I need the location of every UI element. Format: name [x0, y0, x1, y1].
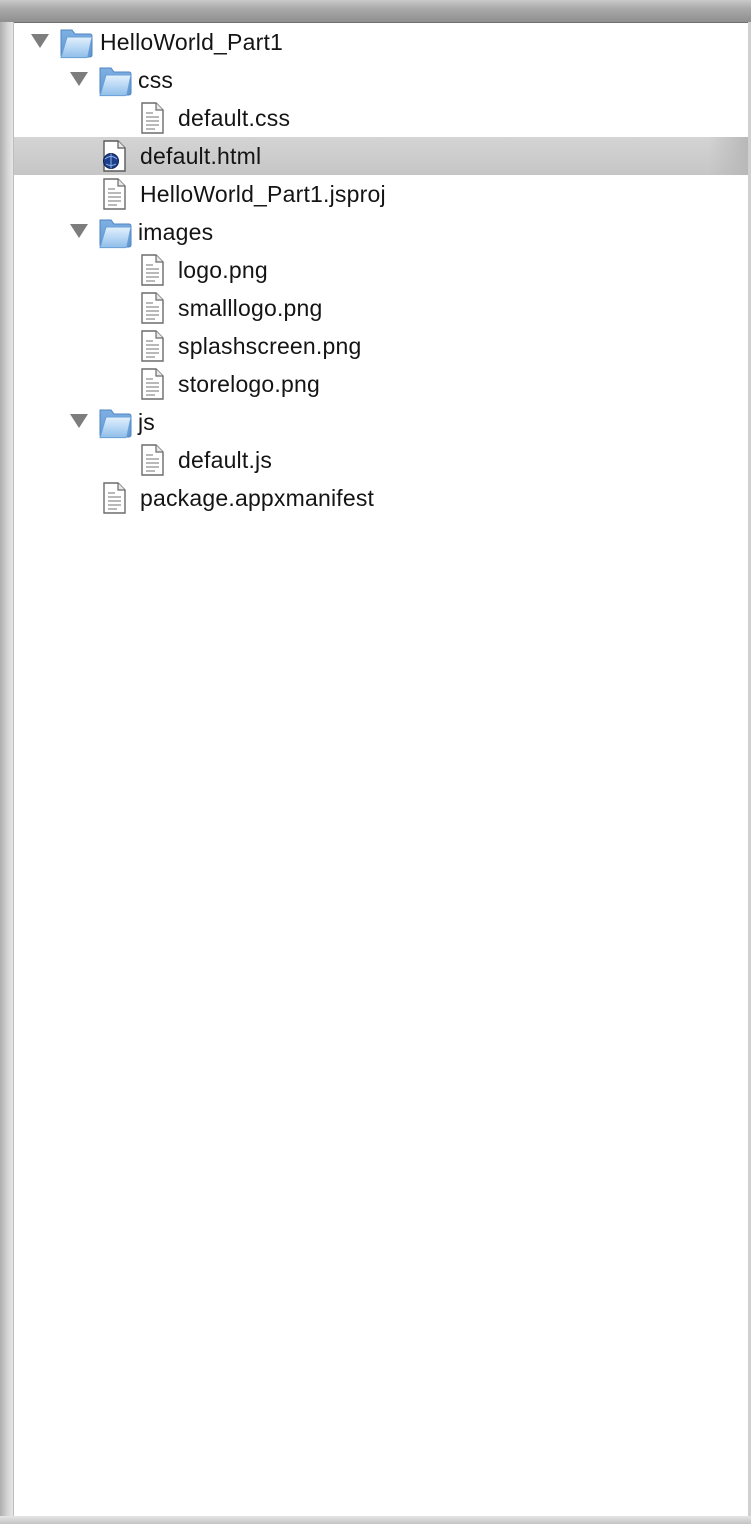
tree-item-label: package.appxmanifest — [140, 485, 375, 511]
document-icon — [134, 291, 170, 325]
panel-left-border — [0, 22, 14, 1524]
document-icon — [134, 329, 170, 363]
folder-icon — [97, 405, 133, 439]
tree-item-package-appxmanifest[interactable]: package.appxmanifest — [14, 479, 748, 517]
tree-item-splashscreen-png[interactable]: splashscreen.png — [14, 327, 748, 365]
tree-item-label: splashscreen.png — [178, 333, 362, 359]
tree-item-helloworld-jsproj[interactable]: HelloWorld_Part1.jsproj — [14, 175, 748, 213]
tree-item-logo-png[interactable]: logo.png — [14, 251, 748, 289]
tree-item-storelogo-png[interactable]: storelogo.png — [14, 365, 748, 403]
project-file-tree: HelloWorld_Part1 css default.css default… — [14, 23, 748, 517]
tree-item-label: default.html — [140, 143, 262, 169]
disclosure-triangle-expanded-icon[interactable] — [70, 414, 88, 428]
disclosure-triangle-expanded-icon[interactable] — [70, 224, 88, 238]
panel-bottom-border — [0, 1516, 751, 1524]
folder-icon — [97, 63, 133, 97]
document-icon — [96, 177, 132, 211]
tree-item-label: HelloWorld_Part1 — [100, 29, 284, 55]
tree-item-default-css[interactable]: default.css — [14, 99, 748, 137]
tree-item-label: default.js — [178, 447, 273, 473]
tree-item-default-js[interactable]: default.js — [14, 441, 748, 479]
tree-item-css[interactable]: css — [14, 61, 748, 99]
folder-icon — [97, 215, 133, 249]
tree-item-label: HelloWorld_Part1.jsproj — [140, 181, 386, 207]
tree-item-label: storelogo.png — [178, 371, 320, 397]
tree-item-default-html[interactable]: default.html — [14, 137, 748, 175]
document-icon — [134, 443, 170, 477]
file-navigator-panel: HelloWorld_Part1 css default.css default… — [0, 0, 751, 1524]
html-document-icon — [96, 139, 132, 173]
tree-item-label: css — [138, 67, 174, 93]
tree-item-label: default.css — [178, 105, 291, 131]
tree-item-label: js — [138, 409, 156, 435]
document-icon — [134, 253, 170, 287]
document-icon — [134, 367, 170, 401]
tree-item-smalllogo-png[interactable]: smalllogo.png — [14, 289, 748, 327]
folder-icon — [58, 25, 94, 59]
tree-item-images[interactable]: images — [14, 213, 748, 251]
document-icon — [134, 101, 170, 135]
panel-header-bar — [0, 0, 751, 23]
document-icon — [96, 481, 132, 515]
tree-item-label: images — [138, 219, 214, 245]
tree-item-helloworld-part1[interactable]: HelloWorld_Part1 — [14, 23, 748, 61]
tree-item-js[interactable]: js — [14, 403, 748, 441]
tree-item-label: logo.png — [178, 257, 268, 283]
disclosure-triangle-expanded-icon[interactable] — [70, 72, 88, 86]
tree-item-label: smalllogo.png — [178, 295, 323, 321]
disclosure-triangle-expanded-icon[interactable] — [31, 34, 49, 48]
